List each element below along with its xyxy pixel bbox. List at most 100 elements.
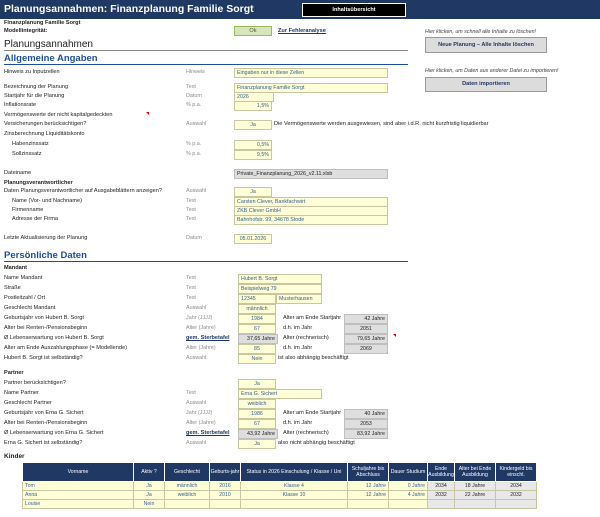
kid-active[interactable]: Ja — [133, 481, 165, 491]
overview-button[interactable]: Inhaltsübersicht — [302, 3, 406, 17]
partner-age-start-value: 40 Jahre — [344, 409, 388, 419]
general-heading: Allgemeine Angaben — [4, 53, 98, 64]
filename-label: Dateiname — [4, 170, 32, 176]
partner-life-label: Ø Lebenserwartung von Erna G. Sichert — [4, 430, 104, 436]
col-active: Aktiv ? — [133, 462, 165, 482]
kid-firstname[interactable]: Louise — [22, 499, 134, 509]
partner-life-calc-value: 83,92 Jahre — [344, 429, 388, 439]
debit-rate-label: Sollzinssatz — [12, 151, 42, 157]
kids-heading: Kinder — [4, 453, 25, 460]
kid-birthyear[interactable] — [209, 499, 241, 509]
kid-birthyear[interactable]: 2010 — [209, 490, 241, 500]
kid-firstname[interactable]: Anna — [22, 490, 134, 500]
partner-self-select[interactable]: Ja — [238, 439, 276, 449]
start-year-unit: Datum — [186, 93, 202, 99]
mandant-retire-field[interactable]: 67 — [238, 324, 276, 334]
kid-gender[interactable]: weiblich — [164, 490, 210, 500]
input-hint-cell: Eingaben nur in diese Zellen — [234, 68, 388, 78]
kid-study-duration[interactable] — [388, 499, 428, 509]
partner-life-value: 43,92 Jahre — [238, 429, 278, 439]
street-unit: Text — [186, 285, 196, 291]
update-label: Letzte Aktualisierung der Planung — [4, 235, 88, 241]
partner-name-unit: Text — [186, 390, 196, 396]
heading-underline — [4, 64, 408, 65]
col-status: Status in 2026 Einschulung / Klasse / Un… — [240, 462, 348, 482]
kid-status[interactable] — [240, 499, 348, 509]
mandant-name-field[interactable]: Hubert B. Sorgt — [238, 274, 322, 284]
inflation-field[interactable]: 1,5% — [234, 101, 272, 111]
kid-school-years[interactable] — [347, 499, 389, 509]
mandant-birth-field[interactable]: 1984 — [238, 314, 276, 324]
comment-marker[interactable] — [146, 112, 149, 115]
kid-gender[interactable] — [164, 499, 210, 509]
col-child-benefit: Kindergeld bis einschl. — [495, 462, 537, 482]
responsible-name-unit: Text — [186, 198, 196, 204]
assets-label: Vermögenswerte der nicht kapitalgedeckte… — [4, 112, 113, 118]
payout-year-label: d.h. im Jahr — [283, 345, 313, 351]
kid-active[interactable]: Nein — [133, 499, 165, 509]
error-analysis-link[interactable]: Zur Fehleranalyse — [278, 28, 326, 34]
partner-name-field[interactable]: Erna G. Sichert — [238, 389, 322, 399]
comment-marker[interactable] — [393, 334, 396, 337]
partner-consider-select[interactable]: Ja — [238, 379, 276, 389]
debit-rate-unit: % p.a. — [186, 151, 202, 157]
mandant-retire-label: Alter bei Renten-/Pensionsbeginn — [4, 325, 88, 331]
integrity-label: Modellintegrität: — [4, 28, 48, 34]
kid-active[interactable]: Ja — [133, 490, 165, 500]
street-field[interactable]: Beispielweg 79 — [238, 284, 322, 294]
mandant-self-select[interactable]: Nein — [238, 354, 276, 364]
kids-table: Vorname Aktiv ? Geschlecht Geburts-jahr … — [22, 462, 537, 509]
kid-study-duration[interactable]: 4 Jahre — [388, 490, 428, 500]
mandant-age-start-label: Alter am Ende Startjahr — [283, 315, 342, 321]
debit-rate-field[interactable]: 9,5% — [234, 150, 272, 160]
address-field[interactable]: Bahnhofstr. 99, 34678 Stode — [234, 215, 388, 225]
title-bar: Planungsannahmen: Finanzplanung Familie … — [0, 0, 600, 19]
zip-field[interactable]: 12345 — [238, 294, 276, 304]
zip-unit: Text — [186, 295, 196, 301]
new-plan-button[interactable]: Neue Planung – Alle Inhalte löschen — [425, 37, 547, 53]
partner-retire-year-value: 2053 — [344, 419, 388, 429]
kid-status[interactable]: Klasse 4 — [240, 481, 348, 491]
plan-name-unit: Text — [186, 84, 196, 90]
partner-birth-field[interactable]: 1986 — [238, 409, 276, 419]
kid-status[interactable]: Klasse 10 — [240, 490, 348, 500]
plan-title: Finanzplanung Familie Sorgt — [4, 20, 81, 26]
kid-firstname[interactable]: Tom — [22, 481, 134, 491]
partner-life-link[interactable]: gem. Sterbetafel — [186, 430, 230, 436]
kid-child-benefit: 2034 — [495, 481, 537, 491]
table-row: Anna Ja weiblich 2010 Klasse 10 12 Jahre… — [22, 490, 537, 500]
mandant-gender-select[interactable]: männlich — [238, 304, 276, 314]
kid-gender[interactable]: männlich — [164, 481, 210, 491]
partner-retire-label: Alter bei Renten-/Pensionsbeginn — [4, 420, 88, 426]
col-end-education: Ende Ausbildung — [427, 462, 455, 482]
update-date-field[interactable]: 05.01.2026 — [234, 234, 272, 244]
partner-retire-field[interactable]: 67 — [238, 419, 276, 429]
credit-rate-field[interactable]: 0,5% — [234, 140, 272, 150]
partner-retire-year-label: d.h. im Jahr — [283, 420, 313, 426]
mandant-life-calc-label: Alter (rechnerisch) — [283, 335, 329, 341]
responsible-show-unit: Auswahl — [186, 188, 207, 194]
mandant-retire-year-value: 2051 — [344, 324, 388, 334]
insurance-unit: Auswahl — [186, 121, 207, 127]
partner-age-start-label: Alter am Ende Startjahr — [283, 410, 342, 416]
hint-unit: Hinweis — [186, 69, 205, 75]
insurance-select[interactable]: Ja — [234, 120, 272, 130]
kid-school-years[interactable]: 12 Jahre — [347, 481, 389, 491]
kid-study-duration[interactable]: 0 Jahre — [388, 481, 428, 491]
mandant-life-link[interactable]: gem. Sterbetafel — [186, 335, 230, 341]
integrity-status: Ok — [234, 26, 272, 36]
kid-birthyear[interactable]: 2016 — [209, 481, 241, 491]
mandant-retire-unit: Alter (Jahre) — [186, 325, 216, 331]
company-label: Firmenname — [12, 207, 44, 213]
table-row: Louise Nein — [22, 499, 537, 509]
kid-end-education: 2034 — [427, 481, 455, 491]
import-button[interactable]: Daten importieren — [425, 77, 547, 92]
responsible-show-select[interactable]: Ja — [234, 187, 272, 197]
payout-field[interactable]: 85 — [238, 344, 276, 354]
col-birthyear: Geburts-jahr — [209, 462, 241, 482]
city-field[interactable]: Musterhausen — [276, 294, 322, 304]
partner-life-calc-label: Alter (rechnerisch) — [283, 430, 329, 436]
partner-gender-select[interactable]: weiblich — [238, 399, 276, 409]
kid-child-benefit: 2032 — [495, 490, 537, 500]
kid-school-years[interactable]: 12 Jahre — [347, 490, 389, 500]
